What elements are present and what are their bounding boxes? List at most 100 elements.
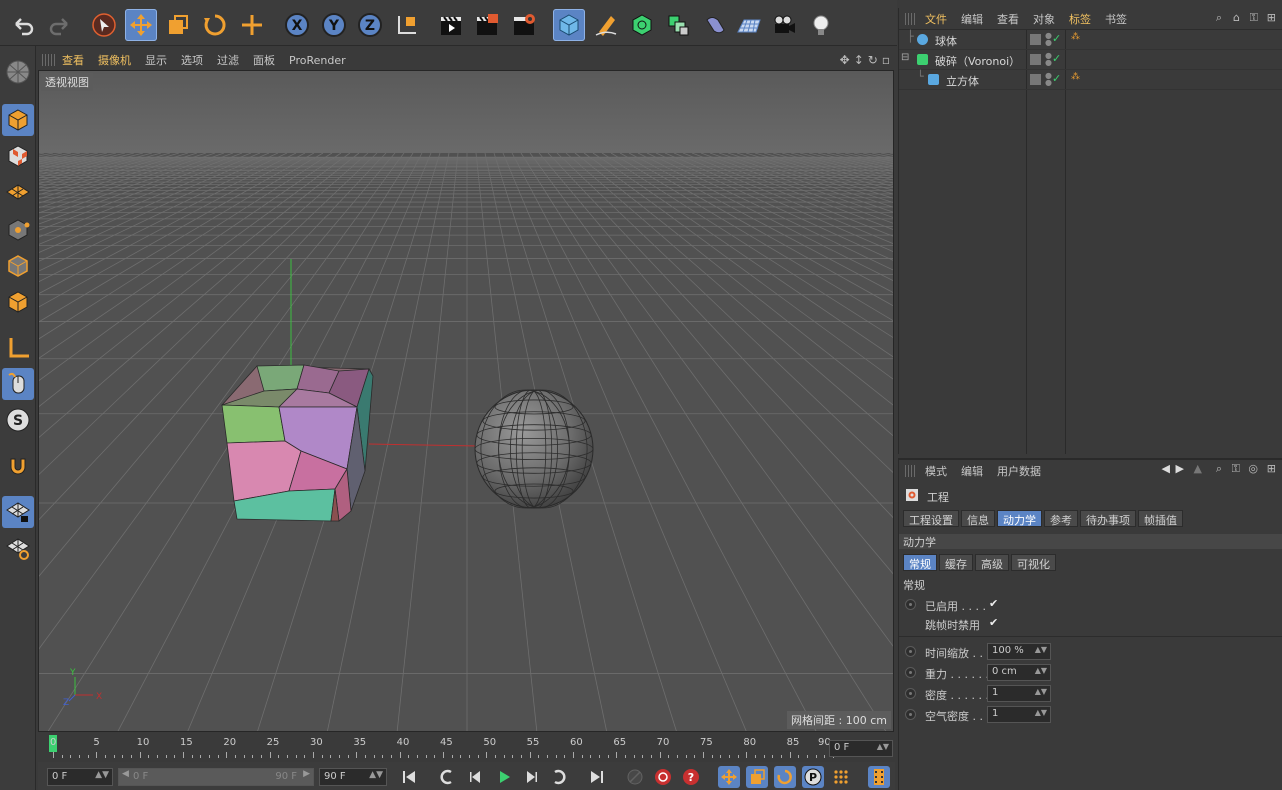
undo-button[interactable]: [7, 9, 39, 41]
layer-swatch-icon[interactable]: [1030, 34, 1041, 45]
lock-icon[interactable]: ⚿: [1250, 11, 1258, 25]
am-menu-edit[interactable]: 编辑: [961, 463, 983, 479]
collapse-toggle-icon[interactable]: ⊟: [901, 52, 909, 63]
om-menu-tags[interactable]: 标签: [1069, 11, 1091, 27]
viewport-menu-filter[interactable]: 过滤: [217, 52, 239, 68]
subtab-expert[interactable]: 高级: [975, 554, 1009, 571]
subdivision-surface-button[interactable]: [626, 9, 658, 41]
lock-icon[interactable]: ⚿: [1232, 462, 1240, 476]
autokeying-button[interactable]: ?: [680, 766, 702, 788]
forward-arrow-icon[interactable]: ▶: [1176, 462, 1184, 475]
enabled-check-icon[interactable]: ✓: [1052, 52, 1061, 65]
redo-button[interactable]: [44, 9, 76, 41]
frame-range-slider[interactable]: ◀ 0 F 90 F ▶: [118, 768, 314, 786]
key-scale-button[interactable]: [746, 766, 768, 788]
sphere-object[interactable]: [474, 389, 594, 509]
density-input[interactable]: 1 ▲▼: [987, 685, 1051, 702]
layer-swatch-icon[interactable]: [1030, 54, 1041, 65]
enabled-check-icon[interactable]: ✓: [1052, 72, 1061, 85]
perspective-viewport[interactable]: Y X Z 透视视图 网格间距 : 100 cm: [38, 70, 894, 732]
x-axis-lock-button[interactable]: X: [281, 9, 313, 41]
scale-tool-button[interactable]: [162, 9, 194, 41]
enabled-check-icon[interactable]: ✓: [1052, 32, 1061, 45]
viewport-menu-panel[interactable]: 面板: [253, 52, 275, 68]
cube-object-button[interactable]: [553, 9, 585, 41]
om-menu-objects[interactable]: 对象: [1033, 11, 1055, 27]
y-axis-lock-button[interactable]: Y: [318, 9, 350, 41]
om-menu-bookmarks[interactable]: 书签: [1105, 11, 1127, 27]
air-density-input[interactable]: 1 ▲▼: [987, 706, 1051, 723]
move-tool-button[interactable]: [125, 9, 157, 41]
key-rotation-button[interactable]: [774, 766, 796, 788]
next-key-button[interactable]: [548, 766, 570, 788]
array-object-button[interactable]: [662, 9, 694, 41]
camera-object-button[interactable]: [768, 9, 800, 41]
tab-reference[interactable]: 参考: [1044, 510, 1078, 527]
rotate-view-icon[interactable]: ↻: [868, 53, 878, 67]
texture-mode-button[interactable]: [2, 140, 34, 172]
layer-swatch-icon[interactable]: [1030, 74, 1041, 85]
axis-mode-button[interactable]: [2, 332, 34, 364]
dynamics-tag-icon[interactable]: ⁂: [1071, 72, 1080, 82]
play-button[interactable]: [493, 766, 515, 788]
tab-dynamics[interactable]: 动力学: [997, 510, 1042, 527]
viewport-menu-display[interactable]: 显示: [145, 52, 167, 68]
dynamics-tag-icon[interactable]: ⁂: [1071, 32, 1080, 42]
search-icon[interactable]: ⌕: [1216, 462, 1222, 476]
tweak-mode-button[interactable]: [2, 368, 34, 400]
am-menu-mode[interactable]: 模式: [925, 463, 947, 479]
previous-frame-button[interactable]: [465, 766, 487, 788]
panel-grip[interactable]: [905, 12, 917, 25]
key-parameter-button[interactable]: P: [802, 766, 824, 788]
visibility-dots-icon[interactable]: ● ●: [1045, 32, 1052, 47]
am-menu-user-data[interactable]: 用户数据: [997, 463, 1041, 479]
viewport-menu-camera[interactable]: 摄像机: [98, 52, 131, 68]
tab-info[interactable]: 信息: [961, 510, 995, 527]
animate-radio[interactable]: [905, 599, 916, 610]
subtab-general[interactable]: 常规: [903, 554, 937, 571]
transform-tool-button[interactable]: [236, 9, 268, 41]
record-active-objects-button[interactable]: [652, 766, 674, 788]
key-point-level-button[interactable]: [830, 766, 852, 788]
back-arrow-icon[interactable]: ◀: [1162, 462, 1170, 475]
z-axis-lock-button[interactable]: Z: [354, 9, 386, 41]
start-frame-field[interactable]: 0 F ▲▼: [47, 768, 113, 786]
workplane-mode-button[interactable]: [2, 176, 34, 208]
pan-view-icon[interactable]: ✥: [840, 53, 850, 67]
animate-radio[interactable]: [905, 646, 916, 657]
gravity-input[interactable]: 0 cm ▲▼: [987, 664, 1051, 681]
viewport-menu-view[interactable]: 查看: [62, 52, 84, 68]
light-object-button[interactable]: [805, 9, 837, 41]
go-to-start-button[interactable]: [398, 766, 420, 788]
up-arrow-icon[interactable]: ▲: [1194, 462, 1202, 475]
frame-ruler[interactable]: 0 5 10 15 20 25 30 35 40 45 50 55 60 65 70 75 80 85 90: [46, 733, 834, 758]
rotate-tool-button[interactable]: [199, 9, 231, 41]
settings-icon[interactable]: ◎: [1248, 462, 1258, 475]
key-position-button[interactable]: [718, 766, 740, 788]
object-row-voronoi-fracture[interactable]: ⊟ 破碎（Voronoi） ● ● ✓: [899, 50, 1282, 70]
om-menu-view[interactable]: 查看: [997, 11, 1019, 27]
viewport-menu-prorender[interactable]: ProRender: [289, 54, 346, 67]
workplane-lock-button[interactable]: [2, 496, 34, 528]
tab-project-settings[interactable]: 工程设置: [903, 510, 959, 527]
visibility-dots-icon[interactable]: ● ●: [1045, 52, 1052, 67]
voronoi-fractured-cube[interactable]: [221, 364, 374, 522]
object-row-cube[interactable]: └ 立方体 ● ● ✓ ⁂: [899, 70, 1282, 90]
floor-object-button[interactable]: [733, 9, 765, 41]
search-icon[interactable]: ⌕: [1216, 11, 1222, 25]
panel-grip[interactable]: [905, 465, 917, 477]
edges-mode-button[interactable]: [2, 250, 34, 282]
points-mode-button[interactable]: [2, 214, 34, 246]
tab-todo[interactable]: 待办事项: [1080, 510, 1136, 527]
animate-radio[interactable]: [905, 709, 916, 720]
go-to-end-button[interactable]: [586, 766, 608, 788]
om-menu-edit[interactable]: 编辑: [961, 11, 983, 27]
new-window-icon[interactable]: ⊞: [1267, 11, 1276, 24]
tab-frame-interpolation[interactable]: 帧插值: [1138, 510, 1183, 527]
live-selection-button[interactable]: [88, 9, 120, 41]
time-scale-input[interactable]: 100 % ▲▼: [987, 643, 1051, 660]
zoom-view-icon[interactable]: ↕: [854, 53, 864, 67]
model-mode-button[interactable]: [2, 104, 34, 136]
render-view-button[interactable]: [435, 9, 467, 41]
end-frame-field[interactable]: 90 F ▲▼: [319, 768, 387, 786]
